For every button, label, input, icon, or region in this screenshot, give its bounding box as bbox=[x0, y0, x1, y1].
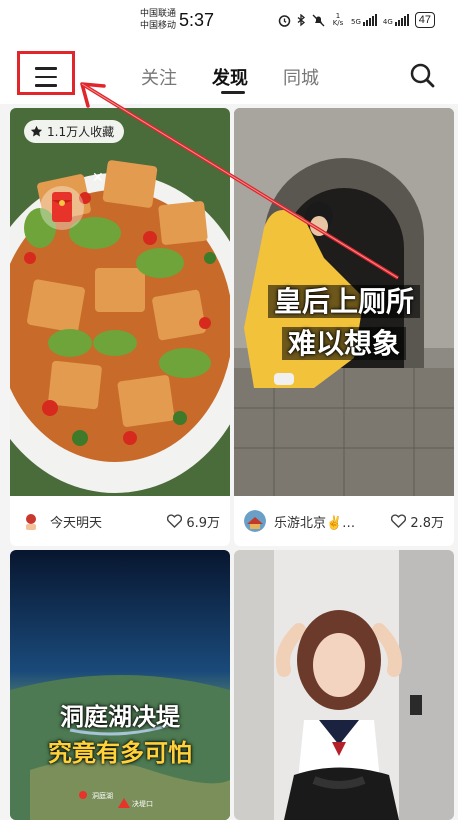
annotation-arrow bbox=[80, 82, 399, 280]
